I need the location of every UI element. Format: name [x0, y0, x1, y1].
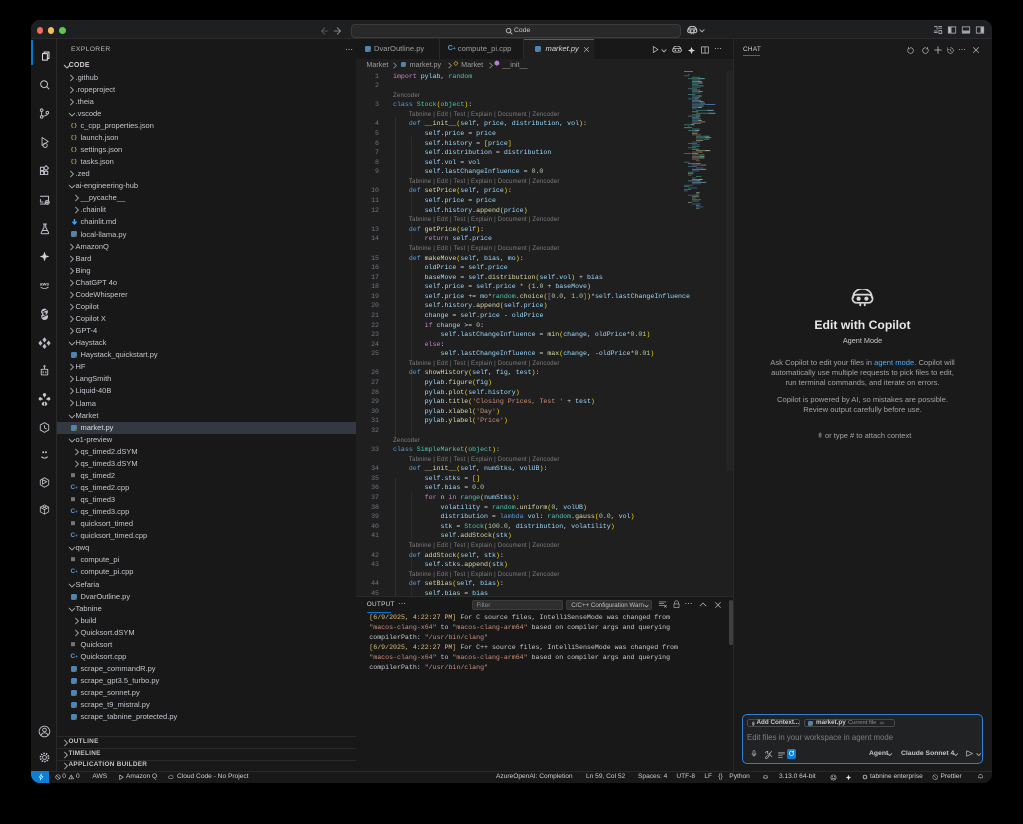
svg-text:aws: aws — [39, 283, 48, 288]
